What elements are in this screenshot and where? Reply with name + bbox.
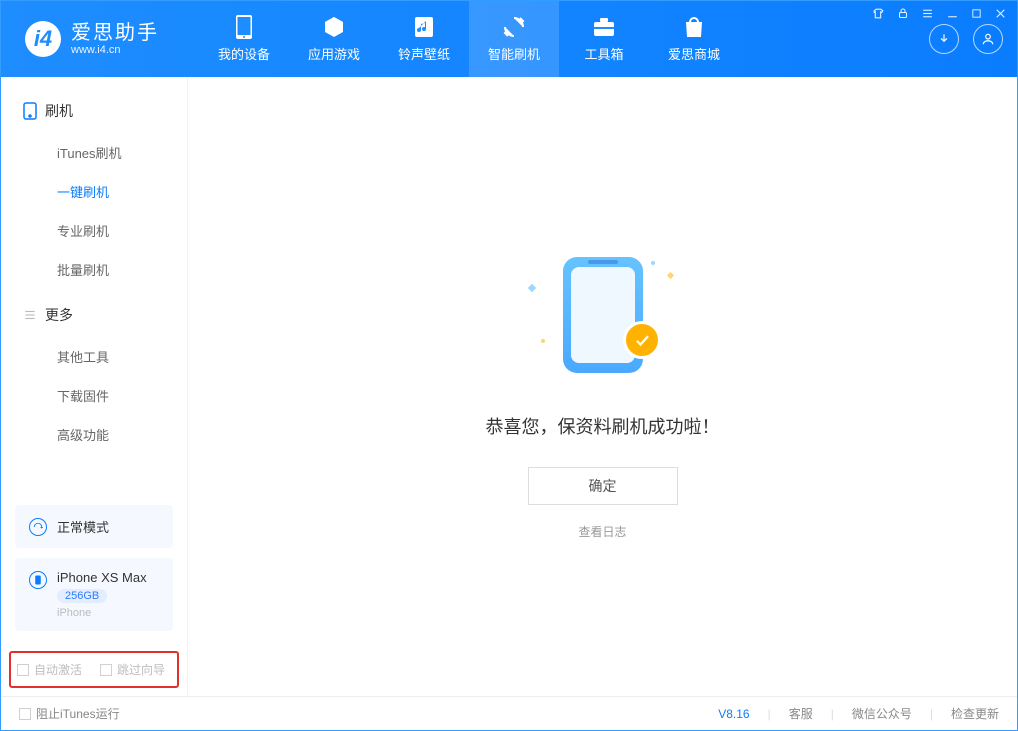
success-message: 恭喜您，保资料刷机成功啦！: [486, 413, 720, 439]
tab-label: 铃声壁纸: [398, 44, 450, 63]
phone-icon: [232, 15, 256, 39]
device-icon: [23, 102, 37, 120]
logo: i4 爱思助手 www.i4.cn: [25, 21, 159, 57]
sidebar-item-advanced[interactable]: 高级功能: [1, 415, 187, 454]
sidebar-section-label: 更多: [45, 305, 73, 325]
list-icon: [23, 308, 37, 322]
device-name: iPhone XS Max: [57, 570, 147, 585]
phone-small-icon: [29, 571, 47, 589]
mode-label: 正常模式: [57, 517, 109, 536]
sidebar-section-flash[interactable]: 刷机: [1, 95, 187, 127]
checkbox-block-itunes[interactable]: 阻止iTunes运行: [19, 705, 120, 722]
sync-icon: [29, 518, 47, 536]
bag-icon: [682, 15, 706, 39]
sidebar-item-download-firmware[interactable]: 下载固件: [1, 376, 187, 415]
app-url: www.i4.cn: [71, 44, 159, 56]
music-icon: [412, 15, 436, 39]
device-card[interactable]: iPhone XS Max 256GB iPhone: [15, 558, 173, 631]
lock-icon[interactable]: [897, 7, 909, 20]
sidebar-item-oneclick-flash[interactable]: 一键刷机: [1, 172, 187, 211]
refresh-icon: [502, 15, 526, 39]
tab-label: 爱思商城: [668, 44, 720, 63]
tab-my-device[interactable]: 我的设备: [199, 1, 289, 77]
tab-label: 工具箱: [584, 44, 623, 63]
maximize-icon[interactable]: [971, 8, 982, 19]
tab-label: 我的设备: [218, 44, 270, 63]
menu-icon[interactable]: [921, 7, 934, 20]
check-badge-icon: [623, 321, 661, 359]
download-button[interactable]: [929, 24, 959, 54]
tab-toolbox[interactable]: 工具箱: [559, 1, 649, 77]
mode-card[interactable]: 正常模式: [15, 505, 173, 548]
check-update-link[interactable]: 检查更新: [951, 705, 999, 722]
checkbox-auto-activate[interactable]: 自动激活: [17, 661, 82, 678]
main-content: 恭喜您，保资料刷机成功啦！ 确定 查看日志: [188, 77, 1017, 696]
cube-icon: [322, 15, 346, 39]
wechat-link[interactable]: 微信公众号: [852, 705, 912, 722]
app-title: 爱思助手: [71, 22, 159, 44]
flash-options-highlight: 自动激活 跳过向导: [9, 651, 179, 688]
tab-ringtones[interactable]: 铃声壁纸: [379, 1, 469, 77]
confirm-button[interactable]: 确定: [528, 467, 678, 505]
logo-icon: i4: [25, 21, 61, 57]
sidebar: 刷机 iTunes刷机 一键刷机 专业刷机 批量刷机 更多 其他工具 下载固件 …: [1, 77, 188, 696]
tshirt-icon[interactable]: [872, 7, 885, 20]
support-link[interactable]: 客服: [789, 705, 813, 722]
close-icon[interactable]: [994, 7, 1007, 20]
header-tabs: 我的设备 应用游戏 铃声壁纸 智能刷机 工具箱 爱思商城: [199, 1, 739, 77]
version-label: V8.16: [718, 707, 749, 721]
sidebar-item-pro-flash[interactable]: 专业刷机: [1, 211, 187, 250]
header: i4 爱思助手 www.i4.cn 我的设备 应用游戏 铃声壁纸 智能刷机 工具…: [1, 1, 1017, 77]
view-log-link[interactable]: 查看日志: [578, 523, 626, 540]
minimize-icon[interactable]: [946, 7, 959, 20]
checkbox-icon: [19, 708, 31, 720]
sidebar-item-batch-flash[interactable]: 批量刷机: [1, 250, 187, 289]
statusbar: 阻止iTunes运行 V8.16 | 客服 | 微信公众号 | 检查更新: [1, 696, 1017, 730]
checkbox-skip-guide[interactable]: 跳过向导: [100, 661, 165, 678]
tab-flash[interactable]: 智能刷机: [469, 1, 559, 77]
sidebar-item-other-tools[interactable]: 其他工具: [1, 337, 187, 376]
briefcase-icon: [592, 15, 616, 39]
tab-store[interactable]: 爱思商城: [649, 1, 739, 77]
tab-label: 应用游戏: [308, 44, 360, 63]
checkbox-icon: [100, 664, 112, 676]
window-controls: [872, 7, 1007, 20]
sidebar-section-label: 刷机: [45, 101, 73, 121]
sidebar-item-itunes-flash[interactable]: iTunes刷机: [1, 133, 187, 172]
header-actions: [929, 24, 1003, 54]
sidebar-section-more[interactable]: 更多: [1, 299, 187, 331]
device-type: iPhone: [57, 607, 147, 619]
checkbox-label: 跳过向导: [117, 661, 165, 678]
checkbox-label: 自动激活: [34, 661, 82, 678]
user-button[interactable]: [973, 24, 1003, 54]
tab-apps-games[interactable]: 应用游戏: [289, 1, 379, 77]
tab-label: 智能刷机: [488, 44, 540, 63]
device-storage: 256GB: [57, 589, 107, 603]
checkbox-label: 阻止iTunes运行: [36, 705, 120, 722]
success-illustration: [523, 257, 683, 377]
checkbox-icon: [17, 664, 29, 676]
